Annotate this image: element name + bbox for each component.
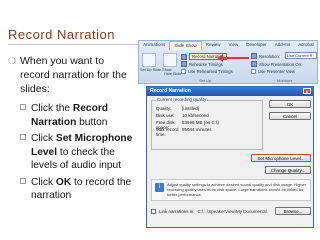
square-bullet-icon bbox=[20, 177, 26, 184]
tab-slide-show[interactable]: Slide Show bbox=[169, 41, 202, 50]
sub-bullet-3-bold: OK bbox=[55, 176, 72, 188]
tab-animations[interactable]: Animations bbox=[139, 41, 169, 50]
tip-box: i Adjust quality settings to achieve des… bbox=[151, 179, 311, 201]
embedded-screenshot: Animations Slide Show Review View Develo… bbox=[138, 40, 318, 230]
ribbon: Animations Slide Show Review View Develo… bbox=[138, 40, 318, 84]
sub-bullet-list: Click the Record Narration button Click … bbox=[20, 102, 136, 203]
disk-use-value: 10 kb/second bbox=[182, 113, 209, 118]
group-label-setup: Set Up bbox=[199, 78, 212, 83]
sub-bullet-2: Click Set Microphone Level to check the … bbox=[20, 132, 136, 173]
tab-acrobat[interactable]: Acrobat bbox=[294, 41, 318, 50]
rehearse-timings-label: Rehearse Timings bbox=[189, 61, 223, 67]
monitor-icon bbox=[251, 53, 257, 59]
use-rehearsed-timings-label: Use Rehearsed Timings bbox=[188, 69, 233, 74]
hide-slide-label: Hide Slide bbox=[164, 72, 182, 76]
title-divider bbox=[8, 44, 138, 45]
bullet-list: ❍ When you want to record narration for … bbox=[8, 54, 136, 206]
max-record-row: Max record time: 85044 minutes bbox=[156, 127, 212, 137]
square-bullet-icon bbox=[20, 134, 26, 140]
bullet-intro-text: When you want to record narration for th… bbox=[20, 55, 127, 95]
bullet-marker-icon: ❍ bbox=[8, 56, 17, 66]
info-icon: i bbox=[155, 183, 164, 192]
use-presenter-view-label: Use Presenter View bbox=[258, 69, 295, 74]
sub-bullet-3-text: Click bbox=[31, 176, 56, 188]
bullet-intro: ❍ When you want to record narration for … bbox=[8, 54, 136, 96]
ok-button[interactable]: OK bbox=[269, 100, 311, 108]
tab-developer[interactable]: Developer bbox=[242, 41, 271, 50]
resolution-label: Resolution: bbox=[259, 53, 280, 59]
tip-text: Adjust quality settings to achieve desir… bbox=[167, 182, 306, 197]
slide-title: Record Narration bbox=[8, 27, 115, 42]
checkbox-icon bbox=[251, 69, 256, 74]
clock-icon bbox=[181, 61, 187, 67]
quality-key: Quality: bbox=[156, 106, 172, 111]
dialog-title: Record Narration bbox=[150, 88, 191, 94]
link-narrations-label: Link narrations in: bbox=[159, 208, 195, 214]
browse-button[interactable]: Browse... bbox=[275, 207, 311, 215]
link-narrations-checkbox[interactable] bbox=[151, 208, 156, 214]
show-presentation-on[interactable]: Show Presentation On: bbox=[251, 61, 302, 67]
dialog-titlebar: Record Narration x bbox=[147, 87, 313, 96]
use-presenter-view-checkbox[interactable]: Use Presenter View bbox=[251, 69, 295, 74]
sub-bullet-2-text: Click bbox=[31, 133, 56, 144]
max-record-value: 85044 minutes bbox=[182, 127, 212, 132]
max-record-key: Max record time: bbox=[156, 127, 179, 137]
red-arrow-line bbox=[221, 57, 249, 59]
disk-use-row: Disk use: 10 kb/second bbox=[156, 113, 209, 118]
sub-bullet-1: Click the Record Narration button bbox=[20, 102, 136, 129]
use-rehearsed-timings-checkbox[interactable]: Use Rehearsed Timings bbox=[181, 69, 233, 74]
quality-row: Quality: [untitled] bbox=[156, 106, 199, 111]
record-narration-dialog: Record Narration x Current recording qua… bbox=[146, 86, 314, 228]
show-presentation-on-label: Show Presentation On: bbox=[259, 61, 303, 67]
recording-quality-group: Current recording quality Quality: [unti… bbox=[151, 97, 263, 150]
sub-bullet-1-tail: button bbox=[76, 116, 108, 128]
change-quality-button[interactable]: Change Quality... bbox=[265, 166, 311, 174]
microphone-icon bbox=[181, 53, 187, 60]
display-icon bbox=[251, 61, 257, 67]
close-icon[interactable]: x bbox=[303, 88, 311, 94]
resolution-item: Resolution: bbox=[251, 53, 280, 59]
cancel-button[interactable]: Cancel bbox=[269, 112, 311, 120]
setup-slideshow-icon[interactable] bbox=[142, 53, 156, 67]
tab-view[interactable]: View bbox=[225, 41, 243, 50]
sub-bullet-1-text: Click the bbox=[31, 103, 73, 114]
resolution-dropdown[interactable]: Use Current R bbox=[285, 52, 317, 59]
tab-review[interactable]: Review bbox=[202, 41, 225, 50]
disk-use-key: Disk use: bbox=[156, 113, 175, 118]
link-narrations-path: C:\...\SpeakerView\My Documents\ bbox=[197, 208, 268, 214]
group-label-monitors: Monitors bbox=[277, 78, 293, 83]
ribbon-tabs: Animations Slide Show Review View Develo… bbox=[139, 41, 319, 50]
recording-quality-legend: Current recording quality bbox=[156, 97, 208, 102]
set-microphone-level-button[interactable]: Set Microphone Level... bbox=[251, 154, 311, 162]
hide-slide-icon[interactable] bbox=[163, 53, 177, 67]
sub-bullet-3: Click OK to record the narration bbox=[20, 176, 136, 203]
quality-value: [untitled] bbox=[182, 106, 200, 111]
tab-add-ins[interactable]: Add-Ins bbox=[271, 41, 295, 50]
square-bullet-icon bbox=[20, 104, 26, 110]
checkbox-icon bbox=[181, 69, 186, 74]
